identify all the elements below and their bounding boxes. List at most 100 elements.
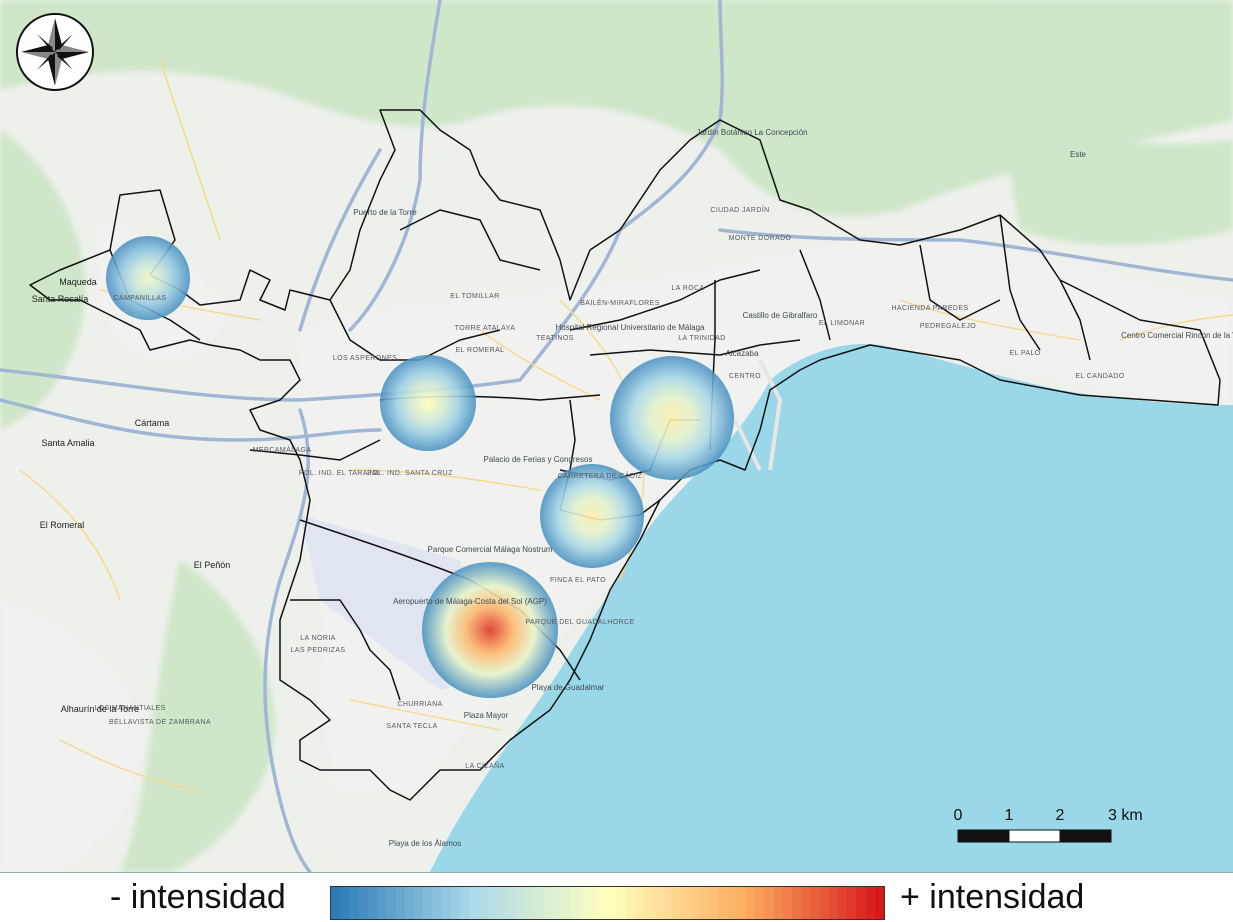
- place-label: Playa de Guadalmar: [532, 683, 605, 692]
- legend-ramp-step: [598, 887, 608, 919]
- legend-ramp-step: [331, 887, 341, 919]
- place-label: Hospital Regional Universitario de Málag…: [556, 323, 706, 332]
- legend-ramp-step: [469, 887, 479, 919]
- legend-ramp-step: [386, 887, 396, 919]
- district-label: LAS PEDRIZAS: [291, 647, 346, 654]
- scale-segment-2: [1008, 829, 1061, 843]
- place-label: El Peñón: [194, 560, 231, 570]
- legend-ramp-step: [874, 887, 885, 919]
- scale-segment-1: [957, 829, 1010, 843]
- legend-ramp-step: [653, 887, 663, 919]
- legend-color-ramp: [330, 886, 885, 920]
- legend-ramp-step: [626, 887, 636, 919]
- legend-ramp-step: [838, 887, 848, 919]
- legend-ramp-step: [699, 887, 709, 919]
- district-label: EL TOMILLAR: [450, 293, 499, 300]
- district-label: TEATINOS: [536, 335, 574, 342]
- hotspot-aeropuerto[interactable]: [422, 562, 558, 698]
- district-label: LA ROCA: [671, 285, 704, 292]
- district-label: LOS ASPERONES: [333, 355, 397, 362]
- legend-ramp-step: [423, 887, 433, 919]
- legend-ramp-step: [773, 887, 783, 919]
- legend-ramp-step: [579, 887, 590, 919]
- legend-ramp-step: [708, 887, 719, 919]
- place-label: Palacio de Ferias y Congresos: [484, 455, 593, 464]
- heatmap-map[interactable]: CAMPANILLAS LOS ASPERONES EL ROMERAL TEATIN…: [0, 0, 1233, 873]
- legend-ramp-step: [478, 887, 488, 919]
- place-label: Centro Comercial Rincón de la Victoria: [1121, 331, 1233, 340]
- compass-rose-icon: [16, 13, 94, 91]
- district-label: EL ROMERAL: [456, 347, 505, 354]
- legend-ramp-step: [367, 887, 378, 919]
- legend-ramp-step: [460, 887, 470, 919]
- place-label: Este: [1070, 150, 1087, 159]
- place-label: Playa de los Álamos: [389, 839, 461, 848]
- district-label: BAILÉN-MIRAFLORES: [580, 298, 660, 307]
- intensity-legend: - intensidad + intensidad: [0, 872, 1233, 922]
- place-label: Santa Rosalía: [32, 294, 89, 304]
- district-label: MERCAMÁLAGA: [253, 445, 312, 454]
- scale-tick-2: 2: [1056, 807, 1065, 824]
- place-label: Cártama: [135, 418, 170, 428]
- legend-ramp-step: [404, 887, 414, 919]
- legend-ramp-step: [727, 887, 737, 919]
- map-canvas[interactable]: CAMPANILLAS LOS ASPERONES EL ROMERAL TEATIN…: [0, 0, 1233, 872]
- legend-low-label: - intensidad: [110, 878, 286, 916]
- legend-ramp-step: [801, 887, 811, 919]
- place-label: Puerto de la Torre: [353, 208, 417, 217]
- legend-ramp-step: [496, 887, 507, 919]
- legend-ramp-step: [349, 887, 359, 919]
- legend-ramp-step: [450, 887, 461, 919]
- legend-ramp-step: [791, 887, 802, 919]
- district-label: FINCA EL PATO: [550, 577, 606, 584]
- legend-ramp-step: [432, 887, 442, 919]
- hotspot-campanillas[interactable]: [106, 236, 190, 320]
- legend-ramp-step: [810, 887, 820, 919]
- legend-ramp-step: [377, 887, 387, 919]
- scale-tick-3: 3 km: [1108, 807, 1143, 824]
- legend-ramp-step: [589, 887, 599, 919]
- legend-ramp-step: [552, 887, 562, 919]
- legend-ramp-step: [782, 887, 792, 919]
- district-label: EL CANDADO: [1075, 373, 1124, 380]
- legend-ramp-step: [662, 887, 673, 919]
- district-label: PEDREGALEJO: [920, 323, 976, 330]
- legend-ramp-step: [616, 887, 626, 919]
- legend-ramp-step: [607, 887, 617, 919]
- place-label: Parque Comercial Málaga Nostrum: [428, 545, 553, 554]
- district-label: SANTA TECLA: [386, 723, 437, 730]
- legend-ramp-step: [340, 887, 350, 919]
- district-label: CIUDAD JARDÍN: [710, 205, 769, 214]
- legend-ramp-step: [506, 887, 516, 919]
- district-label: BELLAVISTA DE ZAMBRANA: [109, 719, 211, 726]
- legend-ramp-step: [487, 887, 497, 919]
- district-label: EL LIMONAR: [819, 320, 865, 327]
- scale-tick-0: 0: [954, 807, 963, 824]
- scale-tick-1: 1: [1005, 807, 1014, 824]
- legend-ramp-step: [690, 887, 700, 919]
- legend-ramp-step: [358, 887, 368, 919]
- legend-ramp-step: [847, 887, 857, 919]
- legend-ramp-step: [635, 887, 645, 919]
- place-label: Maqueda: [59, 277, 97, 287]
- district-label: CENTRO: [729, 373, 761, 380]
- legend-ramp-step: [524, 887, 534, 919]
- place-label: Aeropuerto de Málaga-Costa del Sol (AGP): [393, 597, 547, 606]
- district-label: EL PALO: [1009, 350, 1040, 357]
- district-label: PARQUE DEL GUADALHORCE: [525, 619, 634, 626]
- district-label: MONTE DORADO: [729, 235, 792, 242]
- legend-ramp-step: [819, 887, 829, 919]
- legend-ramp-step: [570, 887, 580, 919]
- place-label: Jardín Botánico La Concepción: [696, 128, 807, 137]
- hotspot-el-romeral[interactable]: [380, 355, 476, 451]
- legend-ramp-step: [395, 887, 405, 919]
- legend-ramp-step: [718, 887, 728, 919]
- hotspot-centro[interactable]: [610, 356, 734, 480]
- legend-ramp-step: [644, 887, 654, 919]
- legend-ramp-step: [515, 887, 525, 919]
- district-label: POL. IND. SANTA CRUZ: [367, 470, 453, 477]
- place-label: Santa Amalia: [41, 438, 94, 448]
- legend-ramp-step: [736, 887, 746, 919]
- place-label: Alhaurín de la Torre: [61, 704, 139, 714]
- legend-ramp-step: [745, 887, 756, 919]
